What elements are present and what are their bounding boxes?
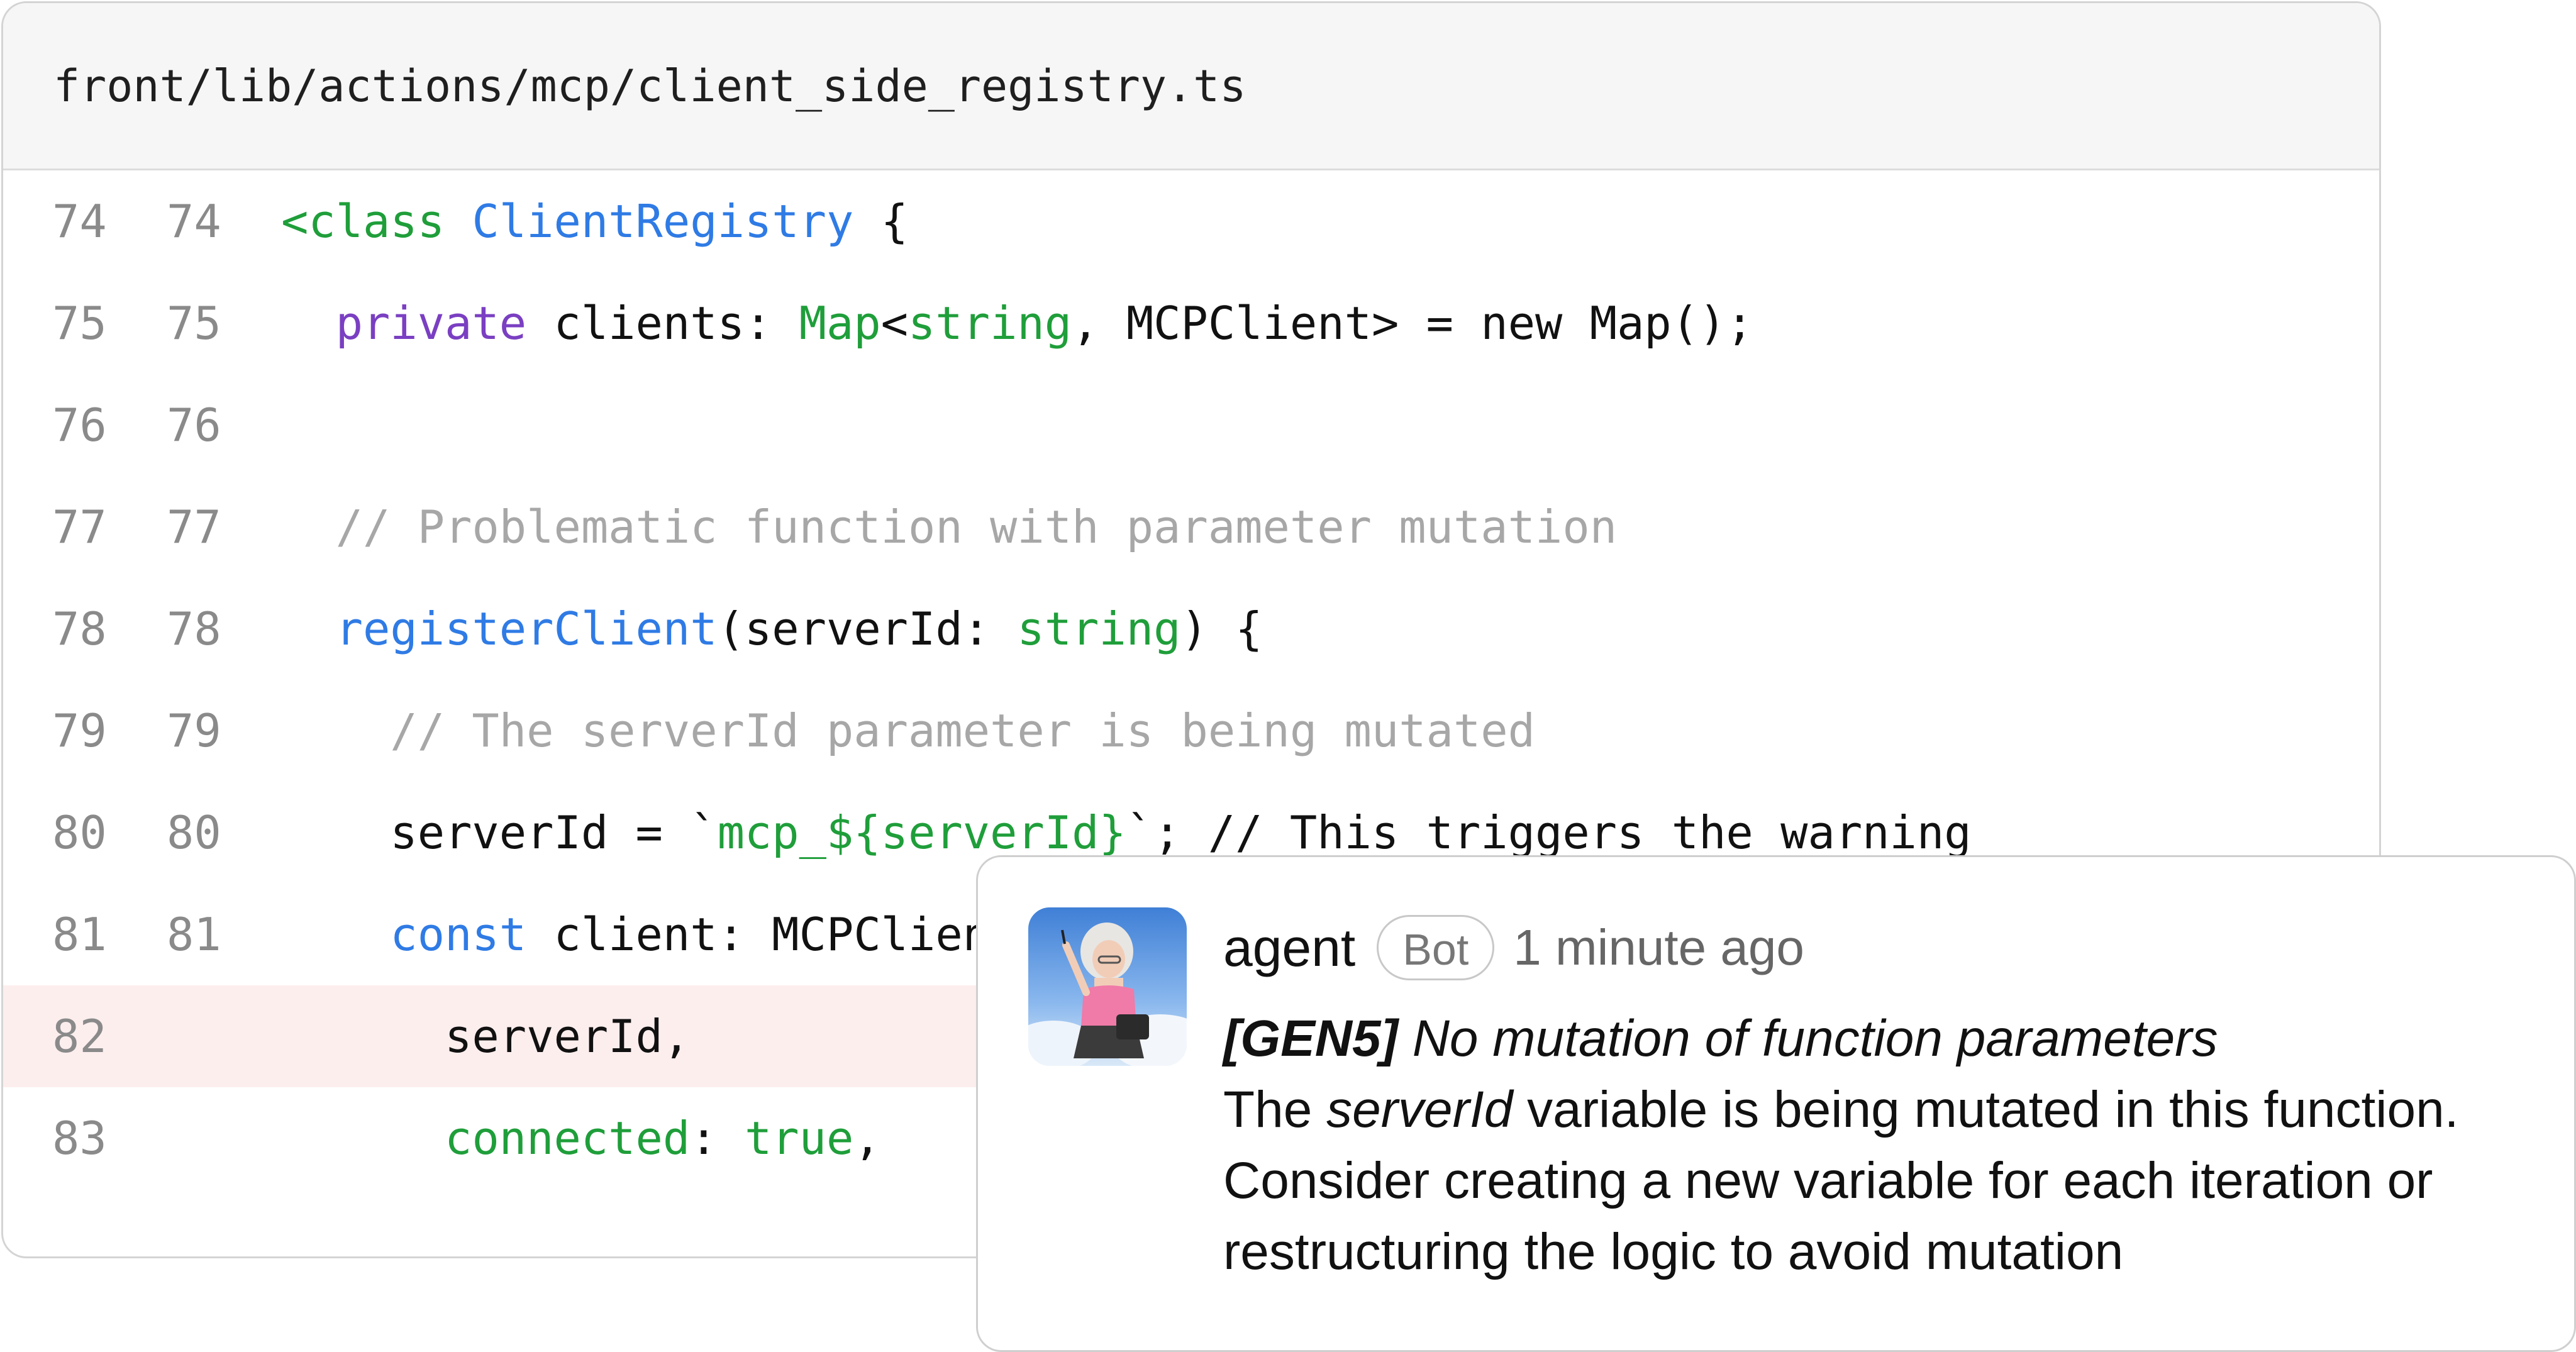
code-token: true — [744, 1112, 854, 1165]
old-line-number[interactable]: 74 — [52, 195, 107, 248]
comment-text: variable is being mutated in this functi… — [1513, 1081, 2459, 1138]
code-token: string — [1017, 602, 1181, 655]
new-line-number[interactable]: 76 — [167, 399, 221, 452]
code-token: ) { — [1180, 602, 1263, 655]
old-line-number[interactable]: 81 — [52, 908, 107, 961]
old-line-number[interactable]: 75 — [52, 297, 107, 350]
code-token: Map — [799, 297, 881, 350]
code-text: private clients: Map<string, MCPClient> … — [281, 297, 1753, 350]
code-token: : — [690, 1112, 745, 1165]
new-line-number[interactable]: 77 — [167, 501, 221, 553]
code-token: < — [880, 297, 909, 350]
code-text: <class ClientRegistry { — [281, 195, 908, 248]
code-token: // The serverId parameter is being mutat… — [390, 704, 1535, 757]
old-line-number[interactable]: 77 — [52, 501, 107, 553]
code-token: { — [853, 195, 909, 248]
comment-text: The — [1223, 1081, 1327, 1138]
old-line-number[interactable]: 78 — [52, 602, 107, 655]
comment-line-3: restructuring the logic to avoid mutatio… — [1223, 1223, 2124, 1280]
old-line-number[interactable]: 82 — [52, 1010, 107, 1063]
code-token: , — [853, 1112, 881, 1165]
review-comment: agent Bot 1 minute ago [GEN5] No mutatio… — [976, 855, 2576, 1352]
code-line[interactable]: 74 74 <class ClientRegistry { — [3, 170, 2379, 272]
avatar[interactable] — [1028, 907, 1187, 1066]
code-text: // Problematic function with parameter m… — [281, 501, 1617, 553]
code-token: serverId = ` — [281, 806, 718, 859]
code-token: // Problematic function with parameter m… — [335, 501, 1618, 553]
comment-author[interactable]: agent — [1223, 917, 1355, 978]
file-header: front/lib/actions/mcp/client_side_regist… — [3, 3, 2379, 170]
new-line-number[interactable]: 78 — [167, 602, 221, 655]
code-line[interactable]: 75 75 private clients: Map<string, MCPCli… — [3, 272, 2379, 374]
bot-badge: Bot — [1377, 915, 1495, 980]
code-token: serverId, — [281, 1010, 691, 1063]
code-token: mcp_${serverId} — [717, 806, 1126, 859]
new-line-number[interactable]: 74 — [167, 195, 221, 248]
code-line[interactable]: 79 79 // The serverId parameter is being … — [3, 680, 2379, 782]
old-line-number[interactable]: 79 — [52, 704, 107, 757]
rule-title: No mutation of function parameters — [1397, 1010, 2218, 1067]
comment-rule-line: [GEN5] No mutation of function parameter… — [1223, 1003, 2557, 1074]
old-line-number[interactable]: 80 — [52, 806, 107, 859]
code-token: <class — [281, 195, 472, 248]
file-path[interactable]: front/lib/actions/mcp/client_side_regist… — [53, 60, 1246, 112]
comment-body: [GEN5] No mutation of function parameter… — [1223, 1003, 2557, 1287]
code-token: (serverId: — [717, 602, 1018, 655]
code-text: registerClient(serverId: string) { — [281, 602, 1263, 655]
comment-header: agent Bot 1 minute ago — [1223, 915, 1804, 980]
rule-code: [GEN5] — [1223, 1010, 1398, 1067]
code-token: string — [908, 297, 1072, 350]
new-line-number[interactable]: 80 — [167, 806, 221, 859]
comment-timestamp[interactable]: 1 minute ago — [1513, 919, 1804, 977]
old-line-number[interactable]: 83 — [52, 1112, 107, 1165]
code-token: registerClient — [335, 602, 718, 655]
new-line-number[interactable]: 75 — [167, 297, 221, 350]
code-token: const — [390, 908, 527, 961]
new-line-number[interactable]: 79 — [167, 704, 221, 757]
code-token: `; // This triggers the warning — [1126, 806, 1972, 859]
code-text: serverId = `mcp_${serverId}`; // This tr… — [281, 806, 1972, 859]
code-token: ClientRegistry — [472, 195, 854, 248]
code-text: // The serverId parameter is being mutat… — [281, 704, 1535, 757]
code-text: serverId, — [281, 1010, 690, 1063]
code-line[interactable]: 78 78 registerClient(serverId: string) { — [3, 578, 2379, 680]
code-token: , MCPClient> = new Map(); — [1072, 297, 1753, 350]
code-line[interactable]: 76 76 — [3, 374, 2379, 476]
code-token: clients: — [526, 297, 799, 350]
variable-name: serverId — [1326, 1081, 1513, 1138]
comment-line-2: Consider creating a new variable for eac… — [1223, 1152, 2433, 1209]
code-text: connected: true, — [281, 1112, 881, 1165]
code-token: private — [335, 297, 527, 350]
code-line[interactable]: 77 77 // Problematic function with parame… — [3, 476, 2379, 578]
comment-line-1: The serverId variable is being mutated i… — [1223, 1074, 2557, 1145]
old-line-number[interactable]: 76 — [52, 399, 107, 452]
code-token: connected — [445, 1112, 691, 1165]
new-line-number[interactable]: 81 — [167, 908, 221, 961]
